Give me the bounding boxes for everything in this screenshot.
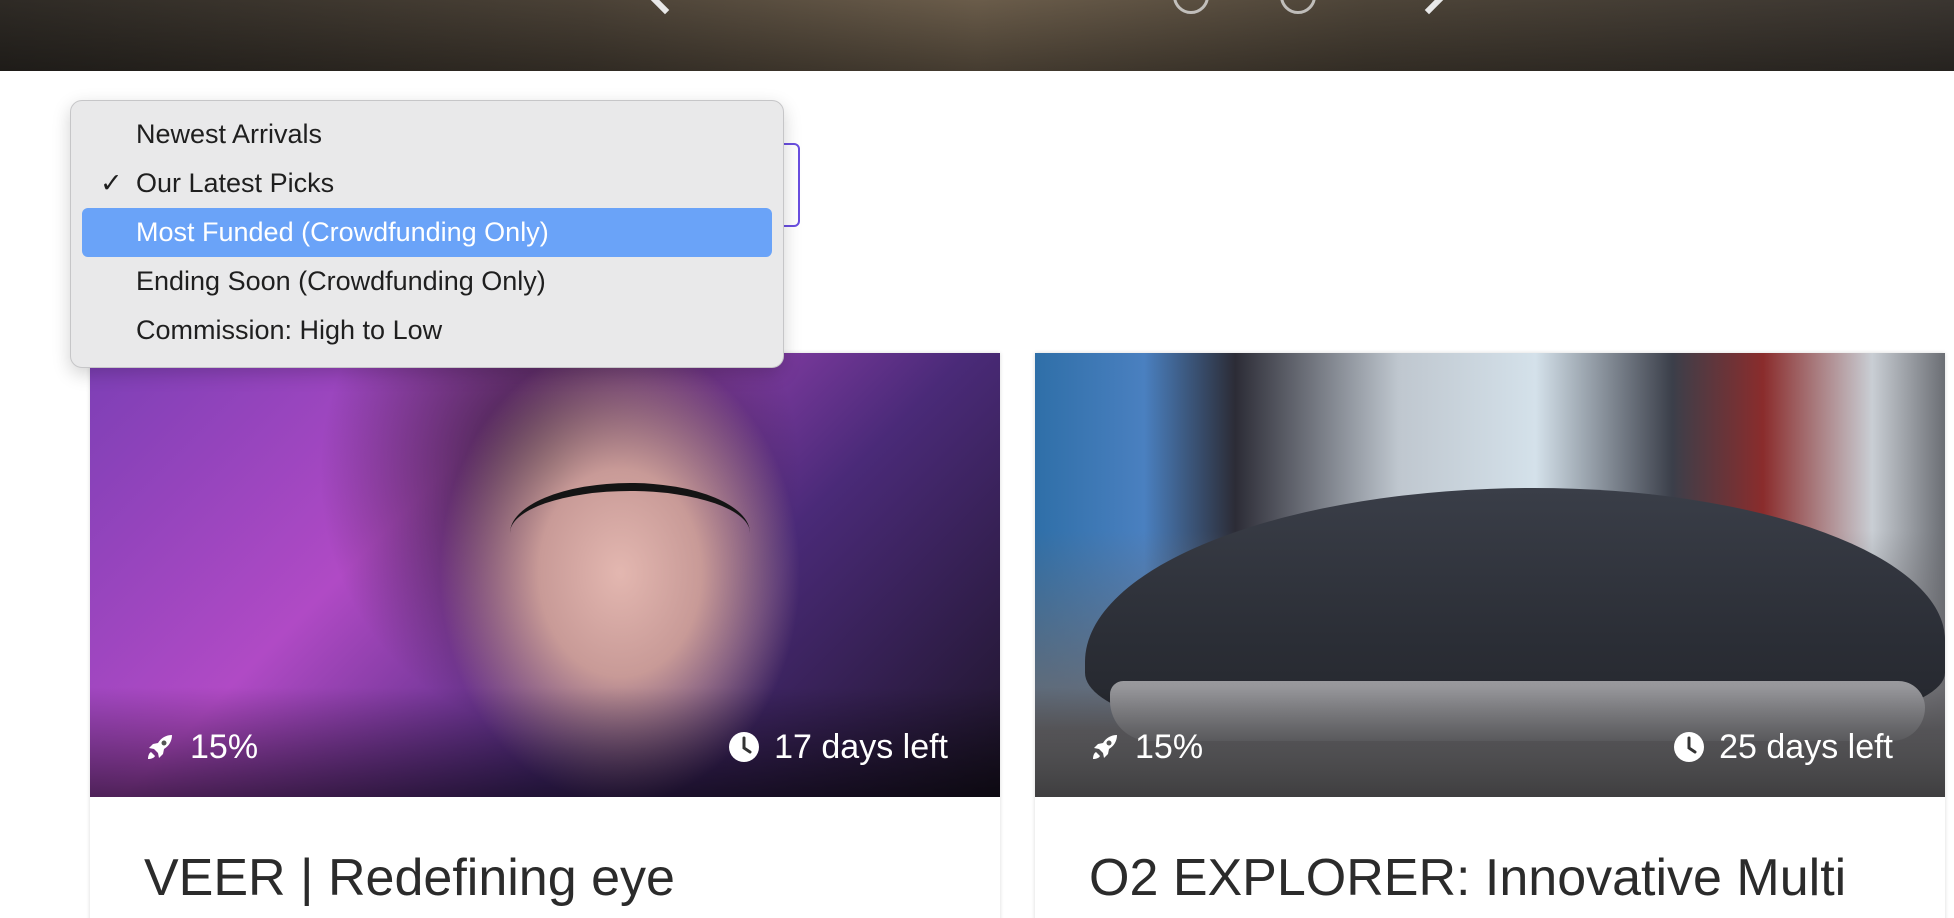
time-left-text: 25 days left [1719, 727, 1893, 766]
chevron-left-icon[interactable] [643, 0, 687, 15]
sort-option-commission[interactable]: Commission: High to Low [82, 306, 772, 355]
clock-icon [1674, 732, 1705, 762]
carousel-dot[interactable] [1280, 0, 1316, 14]
product-photo-detail [510, 483, 750, 583]
sort-option-latest-picks[interactable]: ✓ Our Latest Picks [82, 159, 772, 208]
product-card[interactable]: 15% 17 days left VEER | Redefining eye [90, 353, 1000, 918]
product-title[interactable]: O2 EXPLORER: Innovative Multi [1089, 848, 1846, 908]
funded-percent: 15% [190, 727, 259, 766]
product-image[interactable]: 15% 17 days left [90, 353, 1000, 797]
sort-option-label: Commission: High to Low [136, 315, 443, 345]
rocket-icon [1093, 735, 1117, 759]
carousel-dot[interactable] [1173, 0, 1209, 14]
funded-percent: 15% [1135, 727, 1204, 766]
sort-dropdown-menu: Newest Arrivals ✓ Our Latest Picks Most … [70, 100, 784, 368]
sort-option-label: Ending Soon (Crowdfunding Only) [136, 266, 546, 296]
chevron-right-icon[interactable] [1407, 0, 1451, 15]
sort-option-label: Newest Arrivals [136, 119, 323, 149]
product-image[interactable]: 15% 25 days left [1035, 353, 1945, 797]
sort-option-most-funded[interactable]: Most Funded (Crowdfunding Only) [82, 208, 772, 257]
rocket-icon [148, 735, 172, 759]
product-title[interactable]: VEER | Redefining eye [144, 848, 675, 908]
product-card[interactable]: 15% 25 days left O2 EXPLORER: Innovative… [1035, 353, 1945, 918]
time-left-text: 17 days left [774, 727, 948, 766]
checkmark-icon: ✓ [100, 168, 123, 198]
sort-option-ending-soon[interactable]: Ending Soon (Crowdfunding Only) [82, 257, 772, 306]
sort-option-newest-arrivals[interactable]: Newest Arrivals [82, 110, 772, 159]
funded-stat: 15% [144, 727, 258, 767]
hero-carousel [0, 0, 1954, 71]
time-left-stat: 25 days left [1673, 727, 1893, 767]
time-left-stat: 17 days left [728, 727, 948, 767]
sort-option-label: Our Latest Picks [136, 168, 335, 198]
funded-stat: 15% [1089, 727, 1203, 767]
clock-icon [729, 732, 760, 762]
sort-option-label: Most Funded (Crowdfunding Only) [136, 217, 549, 247]
